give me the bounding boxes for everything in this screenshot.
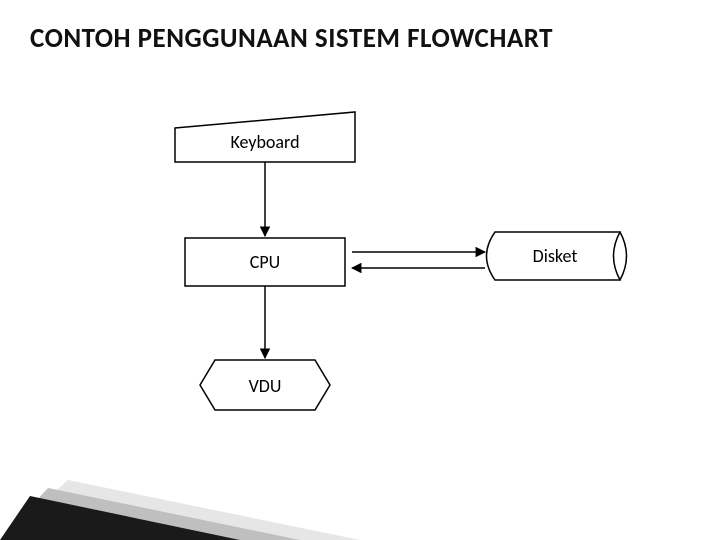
node-keyboard: Keyboard	[175, 112, 355, 162]
arrow-cpu-disket	[352, 252, 485, 268]
label-vdu: VDU	[249, 375, 282, 397]
label-cpu: CPU	[250, 251, 280, 273]
decorative-wedge	[0, 480, 360, 540]
label-keyboard: Keyboard	[230, 131, 299, 153]
node-vdu: VDU	[200, 360, 330, 410]
node-disket: Disket	[487, 232, 627, 280]
node-cpu: CPU	[185, 238, 345, 286]
flowchart: Keyboard CPU Disket VDU	[0, 0, 720, 540]
label-disket: Disket	[533, 245, 578, 267]
